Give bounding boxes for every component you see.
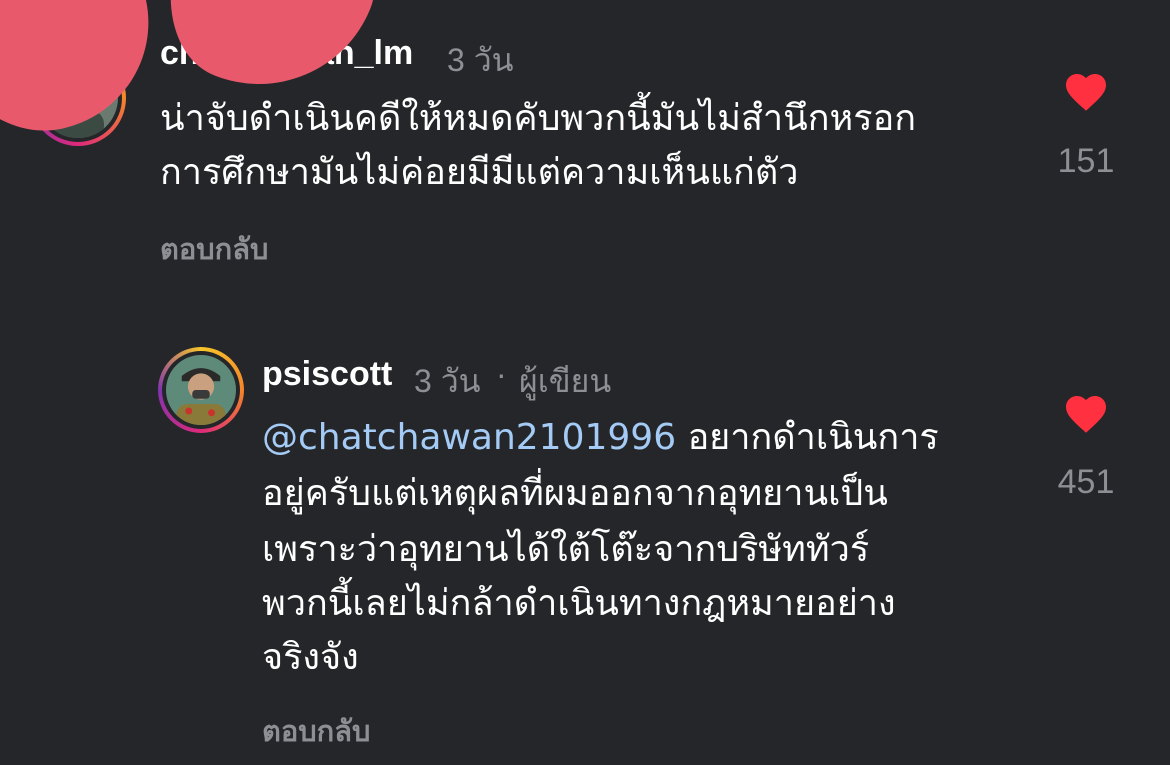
author-badge: ผู้เขียน (519, 363, 612, 399)
heart-filled-icon[interactable] (1062, 68, 1110, 112)
comment-text-line: @chatchawan2101996 อยากดำเนินการ (262, 420, 939, 456)
comment-username[interactable]: psiscott (262, 355, 392, 394)
comment-text-line: น่าจับดำเนินคดีให้หมดคับพวกนี้มันไม่สำนึ… (160, 98, 917, 139)
comment-time: 3 วัน (414, 363, 481, 399)
reply-button[interactable]: ตอบกลับ (262, 708, 370, 754)
comment-text-line: จริงจัง (262, 637, 359, 678)
comment-text-line: เพราะว่าอุทยานได้ใต้โต๊ะจากบริษัททัวร์ (262, 529, 870, 570)
comment-time: 3 วัน (447, 42, 514, 78)
comment-text-line: การศึกษามันไม่ค่อยมีมีแต่ความเห็นแก่ตัว (160, 152, 799, 193)
comment-text-segment: อยากดำเนินการ (687, 417, 939, 458)
reply-button[interactable]: ตอบกลับ (160, 226, 268, 272)
like-count: 451 (1057, 463, 1115, 501)
meta-separator: · (496, 356, 507, 392)
comment-text-line: พวกนี้เลยไม่กล้าดำเนินทางกฎหมายอย่าง (262, 583, 896, 624)
like-count: 151 (1057, 142, 1115, 180)
heart-filled-icon[interactable] (1062, 390, 1110, 434)
avatar[interactable] (158, 347, 244, 433)
avatar-photo (166, 355, 236, 425)
comments-screen: chatchawan_lm 3 วัน น่าจับดำเนินคดีให้หม… (0, 0, 1170, 765)
mention-link[interactable]: @chatchawan2101996 (262, 417, 676, 458)
comment-text-line: อยู่ครับแต่เหตุผลที่ผมออกจากอุทยานเป็น (262, 473, 888, 514)
